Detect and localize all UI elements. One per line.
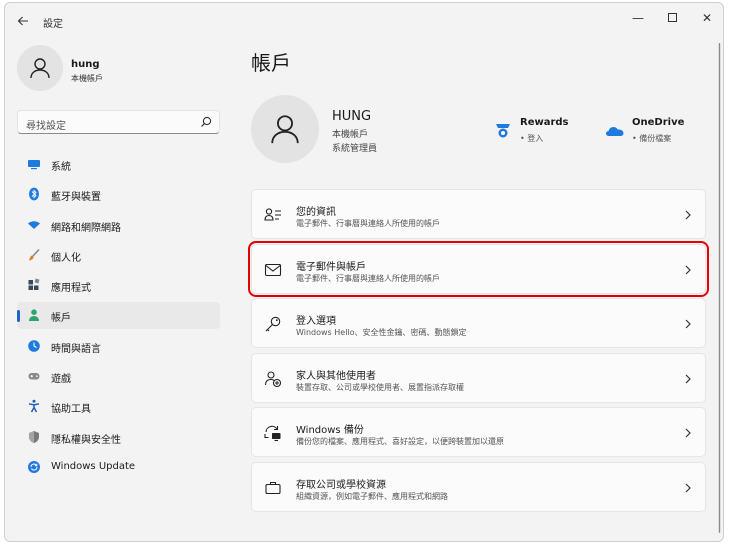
mail-icon — [264, 263, 282, 276]
sidebar-item-label: 協助工具 — [51, 404, 91, 416]
sidebar-item-label: 應用程式 — [51, 283, 91, 295]
sidebar-item-label: 隱私權與安全性 — [51, 434, 121, 446]
sign-in-options-card[interactable]: 登入選項 Windows Hello、安全性金鑰、密碼、動態鎖定 — [251, 298, 706, 349]
app-title: 設定 — [43, 19, 63, 30]
rewards-status: • 登入 — [520, 134, 544, 143]
sidebar-item-label: 帳戶 — [51, 313, 71, 325]
sidebar-item-label: 藍牙與裝置 — [51, 192, 101, 204]
wifi-icon — [28, 220, 40, 229]
paintbrush-icon — [29, 248, 40, 261]
sidebar-item-label: 網路和網際網路 — [51, 222, 121, 234]
sidebar-item-system[interactable]: 系統 — [17, 151, 220, 178]
sidebar-item-label: 時間與語言 — [51, 343, 101, 355]
card-description: 組織資源，例如電子郵件、應用程式和網路 — [296, 491, 448, 501]
maximize-button[interactable] — [657, 7, 687, 29]
accessibility-icon — [28, 400, 40, 413]
windows-backup-card[interactable]: Windows 備份 備份您的檔案、應用程式、喜好設定，以便跨裝置加以還原 — [251, 407, 706, 458]
update-icon — [28, 460, 40, 473]
avatar — [17, 45, 63, 91]
back-button[interactable] — [13, 11, 33, 31]
user-card[interactable]: hung 本機帳戶 — [17, 43, 217, 97]
family-icon — [264, 371, 282, 387]
sidebar-item-accounts[interactable]: 帳戶 — [17, 302, 220, 330]
account-avatar — [251, 95, 319, 163]
card-title: 您的資訊 — [296, 207, 336, 218]
card-description: 裝置存取、公司或學校使用者、展置指派存取權 — [296, 382, 464, 392]
monitor-icon — [28, 160, 40, 170]
sidebar-item-label: 個人化 — [51, 252, 81, 264]
close-button[interactable]: ✕ — [692, 7, 722, 29]
key-icon — [265, 316, 281, 332]
bluetooth-icon — [29, 187, 39, 201]
email-accounts-card[interactable]: 電子郵件與帳戶 電子郵件、行事曆與連絡人所使用的帳戶 — [248, 240, 709, 297]
minimize-button[interactable]: — — [623, 7, 653, 29]
search-placeholder: 尋找設定 — [26, 121, 66, 132]
backup-icon — [264, 426, 281, 442]
card-title: 家人與其他使用者 — [296, 370, 376, 382]
chevron-right-icon — [685, 265, 691, 275]
work-school-card[interactable]: 存取公司或學校資源 組織資源，例如電子郵件、應用程式和網路 — [251, 461, 706, 512]
sidebar-item-gaming[interactable]: 遊戲 — [17, 363, 220, 390]
person-info-icon — [264, 208, 281, 221]
sidebar-item-label: 遊戲 — [51, 374, 71, 386]
card-title: Windows 備份 — [296, 425, 364, 437]
card-title: 登入選項 — [296, 316, 336, 328]
settings-list: 您的資訊 電子郵件、行事曆與連絡人所使用的帳戶 電子郵件與帳戶 電子郵件、行事曆… — [248, 189, 709, 517]
sidebar-item-apps[interactable]: 應用程式 — [17, 272, 220, 299]
chevron-right-icon — [685, 428, 691, 438]
card-description: 電子郵件、行事曆與連絡人所使用的帳戶 — [296, 273, 440, 283]
sidebar-item-bluetooth[interactable]: 藍牙與裝置 — [17, 181, 220, 208]
person-icon — [271, 115, 299, 144]
rewards-name: Rewards — [520, 117, 569, 128]
briefcase-icon — [265, 481, 281, 495]
card-description: 備份您的檔案、應用程式、喜好設定，以便跨裝置加以還原 — [296, 437, 504, 447]
account-type: 本機帳戶 — [332, 130, 369, 140]
settings-window: 設定 — ✕ hung 本機帳戶 尋找設定 系統 藍牙與裝置 網路和網際網路 個… — [4, 2, 724, 542]
title-bar: 設定 — ✕ — [5, 3, 723, 37]
account-role: 系統管理員 — [332, 144, 378, 154]
search-icon — [201, 116, 212, 127]
sidebar-item-label: 系統 — [51, 162, 71, 173]
globe-clock-icon — [28, 339, 40, 352]
page-title: 帳戶 — [251, 51, 291, 75]
onedrive-status: • 備份檔案 — [632, 134, 672, 143]
maximize-icon — [667, 13, 677, 22]
onedrive-name: OneDrive — [632, 117, 685, 128]
sidebar-item-network[interactable]: 網路和網際網路 — [17, 212, 220, 239]
your-info-card[interactable]: 您的資訊 電子郵件、行事曆與連絡人所使用的帳戶 — [251, 189, 706, 239]
sidebar-item-privacy-security[interactable]: 隱私權與安全性 — [17, 424, 220, 451]
account-name: HUNG — [332, 109, 372, 124]
person-icon — [29, 309, 39, 322]
chevron-right-icon — [685, 319, 691, 329]
sidebar-item-windows-update[interactable]: Windows Update — [17, 454, 220, 481]
sidebar-item-accessibility[interactable]: 協助工具 — [17, 393, 220, 420]
card-title: 存取公司或學校資源 — [296, 479, 386, 491]
sidebar-nav: 系統 藍牙與裝置 網路和網際網路 個人化 應用程式 帳戶 時間與語言 遊戲 協助… — [17, 151, 220, 484]
user-account-type: 本機帳戶 — [71, 74, 103, 83]
sidebar-item-time-language[interactable]: 時間與語言 — [17, 333, 220, 360]
arrow-left-icon — [17, 16, 28, 26]
card-description: 電子郵件、行事曆與連絡人所使用的帳戶 — [296, 219, 440, 228]
search-input[interactable]: 尋找設定 — [17, 110, 220, 134]
apps-icon — [28, 278, 40, 291]
chevron-right-icon — [685, 374, 691, 384]
rewards-icon — [496, 124, 510, 138]
user-name: hung — [71, 59, 100, 70]
sidebar-item-personalization[interactable]: 個人化 — [17, 242, 220, 269]
person-icon — [30, 58, 50, 79]
gamepad-icon — [28, 373, 40, 380]
shield-icon — [29, 430, 39, 443]
card-description: Windows Hello、安全性金鑰、密碼、動態鎖定 — [296, 328, 467, 338]
onedrive-icon — [606, 127, 624, 136]
chevron-right-icon — [685, 210, 691, 220]
chevron-right-icon — [685, 483, 691, 493]
scrollbar[interactable] — [718, 43, 721, 533]
card-title: 電子郵件與帳戶 — [296, 261, 366, 273]
family-users-card[interactable]: 家人與其他使用者 裝置存取、公司或學校使用者、展置指派存取權 — [251, 352, 706, 403]
sidebar-item-label: Windows Update — [51, 460, 136, 472]
